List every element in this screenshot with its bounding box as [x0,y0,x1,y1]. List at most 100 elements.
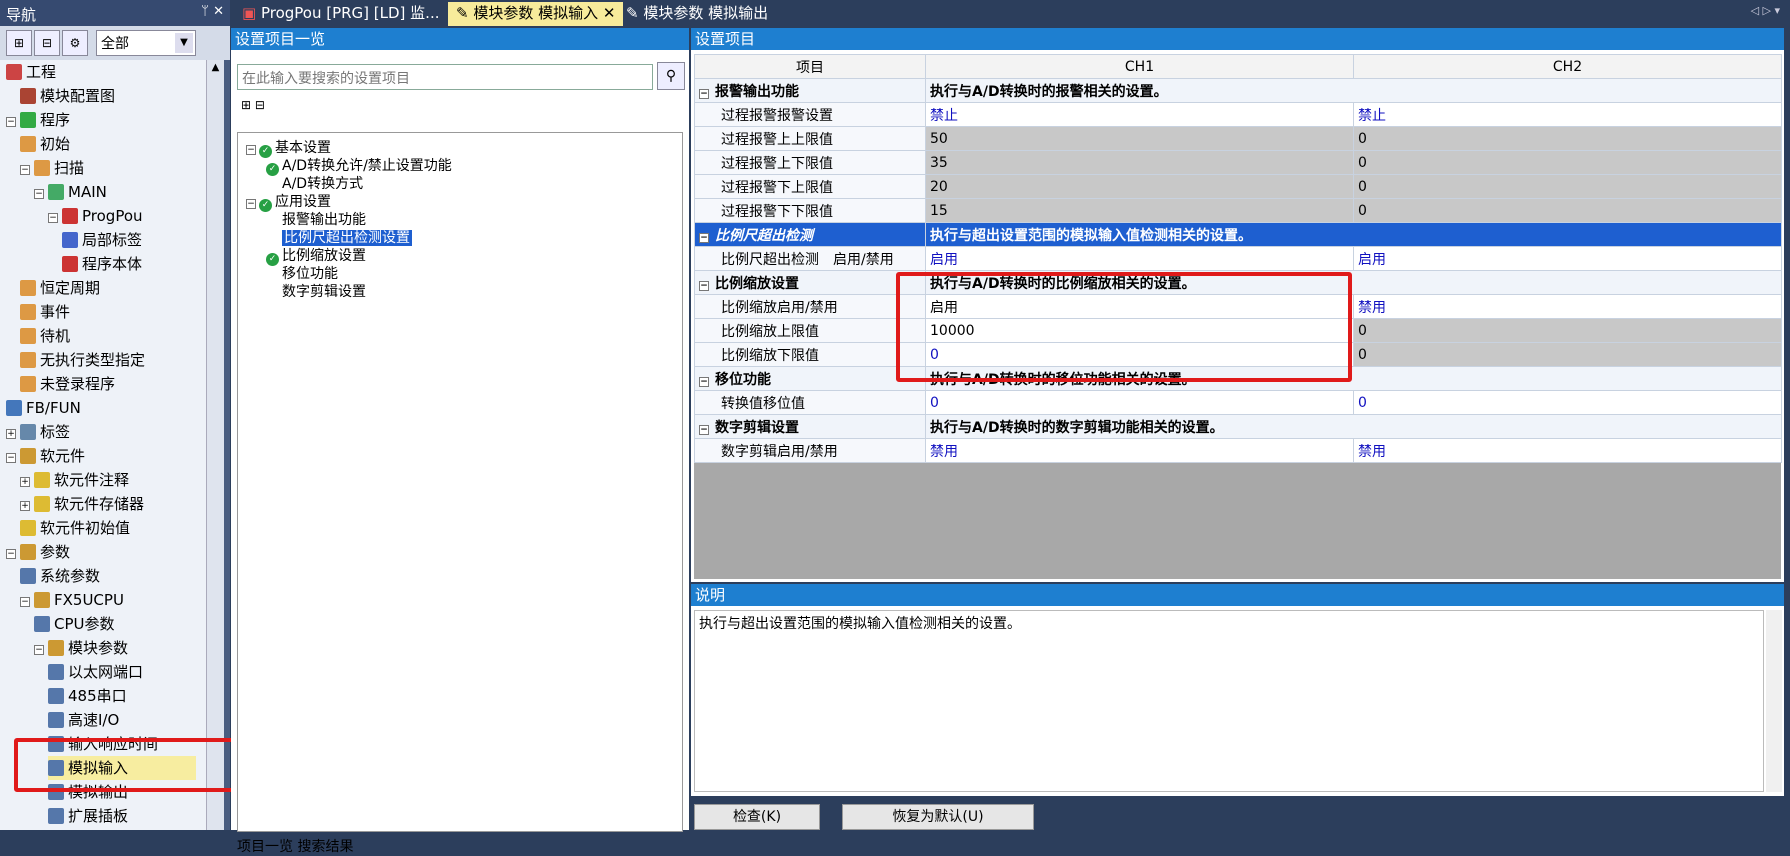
ch2-value[interactable]: 0 [1353,174,1782,199]
collapse-icon[interactable]: − [20,597,30,607]
collapse-icon[interactable]: − [20,165,30,175]
collapse-icon[interactable]: − [699,424,709,435]
setting-tree-item[interactable]: − ✓ 基本设置 [246,139,331,158]
tab-analog-input[interactable]: ✎ 模块参数 模拟输入 ✕ [448,2,624,26]
setting-tree-item[interactable]: 移位功能 [266,265,338,283]
setting-tree-item[interactable]: 比例尺超出检测设置 [266,229,412,247]
scroll-up-icon[interactable]: ▲ [209,62,222,76]
ch1-value[interactable]: 50 [925,126,1354,151]
nav-tree-item[interactable]: 局部标签 [62,228,142,252]
nav-tree-item[interactable]: CPU参数 [34,612,115,636]
nav-tree-item[interactable]: − 扫描 [20,156,84,180]
nav-tree-item[interactable]: 系统参数 [20,564,100,588]
setting-tree: − ✓ 基本设置 ✓ A/D转换允许/禁止设置功能 A/D转换方式 − ✓ 应用设置 报警输出功能… [237,132,683,832]
ch2-value[interactable]: 0 [1353,126,1782,151]
nav-window-controls[interactable]: ᛘ ✕ [201,4,224,19]
collapse-icon[interactable]: − [6,549,16,559]
setting-tree-item[interactable]: 数字剪辑设置 [266,283,366,301]
tree-tool-icons[interactable]: ⊞ ⊟ [241,98,265,112]
collapse-icon[interactable]: − [6,453,16,463]
restore-default-button[interactable]: 恢复为默认(U) [842,804,1034,830]
collapse-icon[interactable]: − [699,232,709,243]
collapse-icon[interactable]: − [48,213,58,223]
nav-tree-item[interactable]: − 模块参数 [34,636,128,660]
nav-tree-item[interactable]: − 参数 [6,540,70,564]
collapse-icon[interactable]: − [34,189,44,199]
nav-tree-item[interactable]: − 程序 [6,108,70,132]
nav-tree-item[interactable]: 以太网端口 [48,660,143,684]
nav-tree-item[interactable]: 事件 [20,300,70,324]
expand-icon[interactable]: + [20,477,30,487]
ch2-value[interactable]: 0 [1353,390,1782,415]
search-icon[interactable]: ⚲ [657,62,685,90]
ch1-value[interactable]: 20 [925,174,1354,199]
ch2-value[interactable]: 禁用 [1353,438,1782,463]
setting-tree-item[interactable]: ✓ 比例缩放设置 [266,247,366,266]
nav-tree-item[interactable]: 无执行类型指定 [20,348,145,372]
category-row[interactable]: − 比例尺超出检测 执行与超出设置范围的模拟输入值检测相关的设置。 [694,222,1782,247]
collapse-icon[interactable]: − [699,376,709,387]
nav-tree-item[interactable]: 485串口 [48,684,127,708]
expand-tree-icon[interactable]: ⊞ [6,30,32,56]
nav-tree-item[interactable]: − FX5UCPU [20,588,124,612]
collapse-icon[interactable]: − [34,645,44,655]
nav-tree-item[interactable]: 程序本体 [62,252,142,276]
tab-progpou[interactable]: ▣ ProgPou [PRG] [LD] 监... [234,2,447,26]
col-header-item: 项目 [694,54,926,79]
nav-tree-item[interactable]: FB/FUN [6,396,81,420]
setting-tree-item[interactable]: A/D转换方式 [266,175,363,193]
nav-tree-item[interactable]: − ProgPou [48,204,143,228]
nav-tree-item[interactable]: 待机 [20,324,70,348]
gear-icon[interactable]: ⚙ [62,30,88,56]
nav-scrollbar[interactable]: ▲ [206,60,224,830]
ch1-value[interactable]: 15 [925,198,1354,223]
ch1-value[interactable]: 禁止 [925,102,1354,127]
ch2-value[interactable]: 禁止 [1353,102,1782,127]
ch2-value[interactable]: 0 [1353,318,1782,343]
nav-tree-item[interactable]: 工程 [6,60,56,84]
nav-tree-item[interactable]: + 软元件注释 [20,468,129,492]
collapse-icon[interactable]: − [246,145,256,155]
description-scrollbar[interactable] [1766,610,1782,792]
nav-tree-item[interactable]: − MAIN [34,180,107,204]
check-button[interactable]: 检查(K) [694,804,820,830]
nav-filter-select[interactable]: 全部 ▼ [96,30,196,56]
collapse-icon[interactable]: − [699,88,709,99]
ch2-value[interactable]: 启用 [1353,246,1782,271]
setlist-bottom-tabs[interactable]: 项目一览 搜索结果 [237,836,353,856]
setting-tree-item[interactable]: 报警输出功能 [266,211,366,229]
chevron-down-icon[interactable]: ▼ [175,33,193,53]
ch1-value[interactable]: 禁用 [925,438,1354,463]
category-row[interactable]: − 数字剪辑设置 执行与A/D转换时的数字剪辑功能相关的设置。 [694,414,1782,439]
ch1-value[interactable]: 启用 [925,246,1354,271]
nav-tree-item[interactable]: − 软元件 [6,444,85,468]
nav-tree-item[interactable]: 高速I/O [48,708,119,732]
setting-tree-item[interactable]: − ✓ 应用设置 [246,193,331,212]
ch2-value[interactable]: 0 [1353,198,1782,223]
category-row[interactable]: − 报警输出功能 执行与A/D转换时的报警相关的设置。 [694,78,1782,103]
nav-tree-item[interactable]: 软元件初始值 [20,516,130,540]
nav-tree-item[interactable]: 扩展插板 [48,804,128,828]
expand-icon[interactable]: + [6,429,16,439]
nav-tree-item[interactable]: 未登录程序 [20,372,115,396]
nav-tree-item[interactable]: 初始 [20,132,70,156]
setting-tree-item[interactable]: ✓ A/D转换允许/禁止设置功能 [266,157,452,176]
collapse-icon[interactable]: − [6,117,16,127]
collapse-tree-icon[interactable]: ⊟ [34,30,60,56]
nav-tree-item[interactable]: + 软元件存储器 [20,492,144,516]
tab-scroll-arrows[interactable]: ◁ ▷ ▾ [1751,4,1780,17]
ch1-value[interactable]: 0 [925,390,1354,415]
ch2-value[interactable]: 禁用 [1353,294,1782,319]
tab-analog-output[interactable]: ✎ 模块参数 模拟输出 [618,2,776,26]
collapse-icon[interactable]: − [246,199,256,209]
nav-tree-item[interactable]: 模块配置图 [20,84,115,108]
ch2-value[interactable]: 0 [1353,342,1782,367]
expand-icon[interactable]: + [20,501,30,511]
tree-node-icon [6,400,22,416]
search-input[interactable]: 在此输入要搜索的设置项目 [237,64,653,90]
ch2-value[interactable]: 0 [1353,150,1782,175]
ch1-value[interactable]: 35 [925,150,1354,175]
nav-tree-item[interactable]: 恒定周期 [20,276,100,300]
collapse-icon[interactable]: − [699,280,709,291]
nav-tree-item[interactable]: + 标签 [6,420,70,444]
